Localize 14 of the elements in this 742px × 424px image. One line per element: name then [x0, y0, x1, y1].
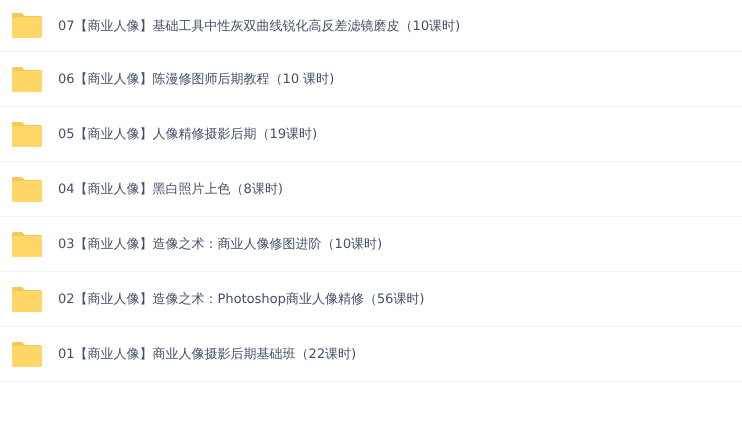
folder-name[interactable]: 04【商业人像】黑白照片上色（8课时) [58, 180, 283, 198]
folder-icon[interactable] [11, 286, 43, 312]
folder-icon[interactable] [11, 340, 43, 368]
folder-name[interactable]: 03【商业人像】造像之术：商业人像修图进阶（10课时) [58, 235, 382, 253]
folder-name[interactable]: 06【商业人像】陈漫修图师后期教程（10 课时) [58, 70, 334, 88]
folder-icon[interactable] [11, 66, 43, 92]
folder-name[interactable]: 01【商业人像】商业人像摄影后期基础班（22课时) [58, 345, 356, 363]
folder-icon[interactable] [11, 176, 43, 202]
folder-name[interactable]: 05【商业人像】人像精修摄影后期（19课时) [58, 125, 318, 143]
folder-name[interactable]: 02【商业人像】造像之术：Photoshop商业人像精修（56课时) [58, 290, 424, 308]
folder-name[interactable]: 07【商业人像】基础工具中性灰双曲线锐化高反差滤镜磨皮（10课时) [58, 16, 460, 34]
folder-icon[interactable] [11, 230, 43, 258]
folder-icon[interactable] [11, 120, 43, 148]
folder-icon[interactable] [11, 12, 43, 39]
